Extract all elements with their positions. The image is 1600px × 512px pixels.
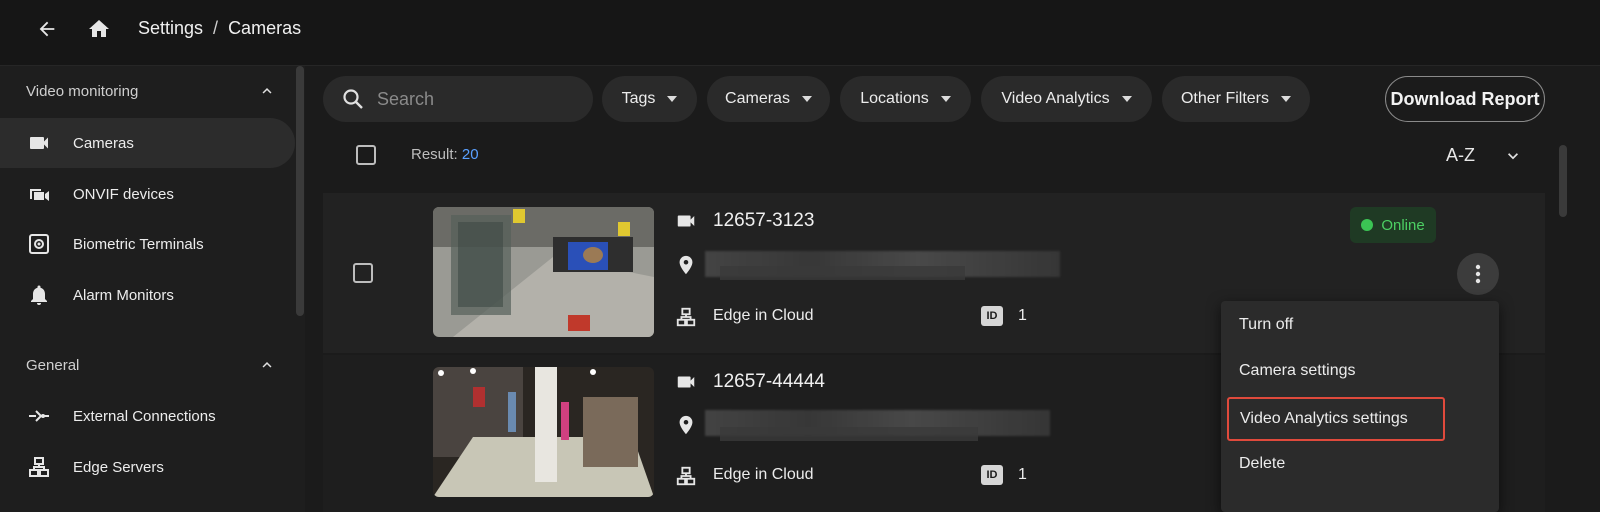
sidebar-item-label: Alarm Monitors — [73, 286, 174, 304]
chevron-up-icon — [262, 88, 272, 94]
status-badge: Online — [1350, 207, 1436, 243]
download-report-button[interactable]: Download Report — [1385, 76, 1545, 122]
result-label: Result: — [411, 146, 458, 163]
result-number: 20 — [461, 146, 479, 163]
caret-down-icon — [940, 96, 951, 102]
sidebar-item-label: External Connections — [73, 407, 216, 425]
section-video-monitoring[interactable]: Video monitoring — [26, 82, 276, 100]
id-badge-icon: ID — [981, 465, 1003, 485]
caret-down-icon — [667, 96, 678, 102]
caret-down-icon — [801, 96, 812, 102]
bell-icon — [26, 282, 52, 308]
sidebar-item-label: Cameras — [73, 134, 134, 152]
menu-item-video-analytics-settings[interactable]: Video Analytics settings — [1227, 397, 1445, 441]
back-arrow-icon[interactable] — [34, 16, 60, 42]
section-general[interactable]: General — [26, 356, 276, 374]
sidebar-item-cameras[interactable]: Cameras — [0, 118, 295, 168]
section-title: General — [26, 356, 80, 374]
filter-locations[interactable]: Locations — [840, 76, 971, 122]
camera-name[interactable]: 12657-3123 — [713, 210, 814, 232]
result-count: Result: 20 — [411, 146, 479, 163]
server-icon — [674, 305, 698, 329]
sort-dropdown[interactable]: A-Z — [1446, 145, 1523, 166]
context-menu: Turn off Camera settings Video Analytics… — [1221, 301, 1499, 512]
chevron-down-icon — [1508, 152, 1518, 159]
breadcrumb-settings[interactable]: Settings — [138, 18, 203, 39]
menu-item-delete[interactable]: Delete — [1221, 442, 1499, 486]
sidebar-item-alarm-monitors[interactable]: Alarm Monitors — [0, 270, 295, 320]
location-pin-icon — [674, 413, 698, 437]
top-bar: Settings / Cameras — [0, 0, 1600, 66]
filter-label: Tags — [621, 90, 656, 107]
filter-label: Video Analytics — [1001, 90, 1110, 107]
filter-video-analytics[interactable]: Video Analytics — [981, 76, 1152, 122]
more-options-button[interactable] — [1457, 253, 1499, 295]
menu-item-turn-off[interactable]: Turn off — [1221, 303, 1499, 347]
redacted-location-detail — [720, 266, 965, 280]
sidebar-item-label: Edge Servers — [73, 458, 164, 476]
select-all-checkbox[interactable] — [356, 145, 376, 165]
onvif-devices-icon — [26, 181, 52, 207]
kebab-menu-icon — [1475, 264, 1481, 284]
connection-icon — [26, 403, 52, 429]
breadcrumb-separator: / — [213, 18, 219, 38]
search-input[interactable] — [377, 88, 567, 110]
search-icon — [343, 89, 363, 109]
sidebar-item-edge-servers[interactable]: Edge Servers — [0, 442, 295, 492]
server-label: Edge in Cloud — [713, 466, 814, 483]
status-dot — [1361, 219, 1374, 231]
filter-cameras[interactable]: Cameras — [707, 76, 830, 122]
filter-label: Locations — [860, 90, 929, 107]
server-label: Edge in Cloud — [713, 307, 814, 324]
section-title: Video monitoring — [26, 82, 139, 100]
caret-down-icon — [1121, 96, 1132, 102]
server-icon — [26, 454, 52, 480]
video-camera-icon — [674, 370, 698, 394]
video-camera-icon — [674, 209, 698, 233]
id-badge-icon: ID — [981, 306, 1003, 326]
video-camera-icon — [26, 130, 52, 156]
sidebar-item-biometric[interactable]: Biometric Terminals — [0, 219, 295, 269]
camera-thumbnail[interactable] — [433, 367, 654, 497]
camera-name[interactable]: 12657-44444 — [713, 371, 825, 393]
sidebar: Video monitoring Cameras ONVIF devices B… — [0, 66, 305, 512]
sidebar-item-onvif[interactable]: ONVIF devices — [0, 169, 295, 219]
camera-id: 1 — [1018, 307, 1027, 324]
server-icon — [674, 464, 698, 488]
sidebar-item-external-connections[interactable]: External Connections — [0, 391, 295, 441]
sort-label: A-Z — [1446, 145, 1475, 165]
main-scrollbar[interactable] — [1559, 145, 1567, 217]
row-checkbox[interactable] — [353, 263, 373, 283]
filter-label: Other Filters — [1180, 90, 1269, 107]
location-pin-icon — [674, 253, 698, 277]
breadcrumb: Settings / Cameras — [138, 18, 301, 39]
camera-thumbnail[interactable] — [433, 207, 654, 337]
home-icon[interactable] — [86, 16, 112, 42]
status-text: Online — [1381, 216, 1425, 234]
search-box[interactable] — [323, 76, 593, 122]
breadcrumb-cameras: Cameras — [228, 18, 302, 38]
biometric-terminal-icon — [26, 231, 52, 257]
menu-item-camera-settings[interactable]: Camera settings — [1221, 349, 1499, 393]
chevron-up-icon — [262, 362, 272, 368]
sidebar-item-label: ONVIF devices — [73, 185, 174, 203]
redacted-location-detail — [720, 427, 978, 441]
sidebar-item-label: Biometric Terminals — [73, 235, 204, 253]
sidebar-scrollbar[interactable] — [296, 66, 304, 316]
filter-tags[interactable]: Tags — [602, 76, 697, 122]
filter-label: Cameras — [725, 90, 790, 107]
camera-id: 1 — [1018, 466, 1027, 483]
caret-down-icon — [1281, 96, 1291, 102]
filter-other[interactable]: Other Filters — [1162, 76, 1310, 122]
